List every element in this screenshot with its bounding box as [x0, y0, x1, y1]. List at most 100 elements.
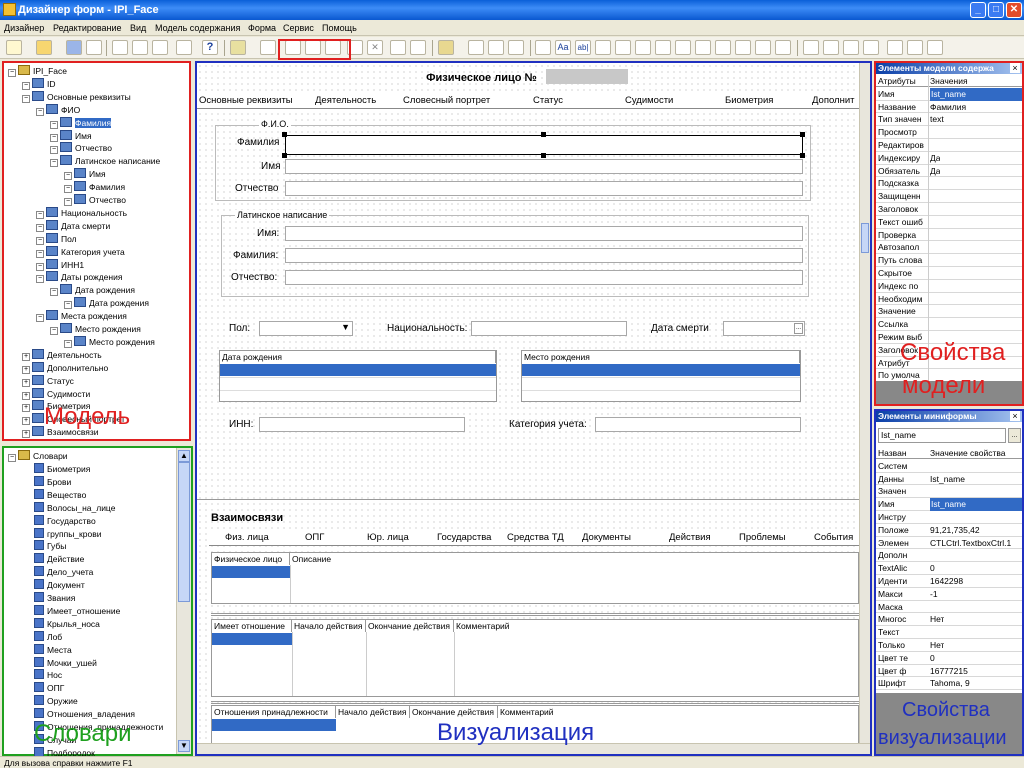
property-row[interactable]: Необходим [876, 293, 1022, 306]
tree-item[interactable]: + Статус [22, 374, 74, 387]
expand-icon[interactable]: − [36, 249, 44, 258]
property-row[interactable]: Шрифт Tahoma, 9 [876, 677, 1022, 691]
expand-icon[interactable]: + [22, 404, 30, 413]
expand-icon[interactable]: − [64, 185, 72, 194]
expand-icon[interactable]: − [50, 146, 58, 155]
table-row[interactable] [220, 364, 496, 376]
birth-place-grid[interactable]: Место рождения [521, 350, 801, 402]
new-icon[interactable] [6, 40, 22, 55]
tree-item[interactable]: − Латинское написание [50, 155, 160, 168]
tree-item[interactable]: − Фамилия [64, 181, 125, 194]
dictionary-item[interactable]: Волосы_на_лице [34, 501, 115, 514]
property-value[interactable]: Ist_name [930, 473, 965, 486]
menu-service[interactable]: Сервис [283, 23, 314, 33]
listview-tool-icon[interactable] [755, 40, 771, 55]
copy-icon[interactable] [132, 40, 148, 55]
tab-tool-icon[interactable] [715, 40, 731, 55]
tree-item[interactable]: − Отчество [50, 142, 112, 155]
expand-icon[interactable]: − [36, 107, 44, 116]
tab-biometry[interactable]: Биометрия [725, 95, 773, 106]
expand-icon[interactable]: − [8, 454, 16, 462]
help-icon[interactable]: ? [202, 40, 218, 55]
tool-icon[interactable] [438, 40, 454, 55]
visual-properties-grid[interactable]: Назван Значение свойства Систем Данны Ist_na… [876, 447, 1022, 691]
date-tool-icon[interactable] [695, 40, 711, 55]
dictionary-item[interactable]: Места [34, 643, 72, 656]
tree-item[interactable]: − Имя [50, 129, 92, 142]
latin-patronymic-field[interactable] [285, 270, 803, 285]
property-value[interactable]: 16777215 [930, 665, 968, 678]
form-scrollbar-v[interactable] [859, 63, 870, 743]
expand-icon[interactable]: + [22, 378, 30, 387]
paste-icon[interactable] [152, 40, 168, 55]
same-size-icon[interactable] [927, 40, 943, 55]
tree-item[interactable]: − ИНН1 [36, 258, 84, 271]
tab-states[interactable]: Государства [437, 532, 491, 543]
tool-icon-3[interactable] [488, 40, 504, 55]
property-row[interactable]: Только Нет [876, 639, 1022, 652]
tree-item[interactable]: − Категория учета [36, 245, 125, 258]
menu-form[interactable]: Форма [248, 23, 276, 33]
button-tool-icon[interactable] [595, 40, 611, 55]
patronymic-field[interactable] [285, 181, 803, 196]
property-value[interactable]: Ist_name [930, 498, 1022, 511]
tree-item[interactable]: + Дополнительно [22, 361, 108, 374]
tab-documents[interactable]: Документы [582, 532, 631, 543]
tab-events[interactable]: События [814, 532, 853, 543]
tree-item[interactable]: − Пол [36, 232, 77, 245]
delete-icon[interactable]: ✕ [367, 40, 383, 55]
property-value[interactable]: 0 [930, 562, 935, 575]
element-selector[interactable]: Ist_name [878, 428, 1006, 443]
table-row[interactable] [212, 566, 290, 578]
tab-vehicles[interactable]: Средства ТД [507, 532, 564, 543]
expand-icon[interactable]: + [22, 417, 30, 426]
property-row[interactable]: Проверка [876, 229, 1022, 242]
dictionary-item[interactable]: Действие [34, 553, 84, 565]
element-selector-button[interactable]: ... [1008, 428, 1021, 443]
tab-opg[interactable]: ОПГ [305, 532, 324, 543]
tree-item[interactable]: − Место рождения [50, 323, 141, 335]
dictionary-scrollbar[interactable]: ▲ ▼ [176, 448, 191, 754]
property-row[interactable]: Текст [876, 626, 1022, 639]
property-row[interactable]: Данны Ist_name [876, 473, 1022, 486]
property-value[interactable]: Нет [930, 639, 944, 652]
expand-icon[interactable]: − [50, 327, 58, 335]
tab-additional[interactable]: Дополнит [812, 95, 855, 106]
property-row[interactable]: TextAlic 0 [876, 562, 1022, 575]
property-row[interactable]: Скрытое [876, 267, 1022, 280]
list-tool-icon[interactable] [735, 40, 751, 55]
surname-field[interactable] [285, 135, 803, 155]
undo-icon[interactable] [86, 40, 102, 55]
align-justify-icon[interactable] [863, 40, 879, 55]
tree-item[interactable]: − ID [22, 77, 56, 90]
dictionary-item[interactable]: Отношения_владения [34, 708, 135, 720]
property-value[interactable]: Ist_name [930, 87, 1022, 101]
expand-icon[interactable]: − [50, 120, 58, 129]
minimize-button[interactable]: _ [970, 2, 986, 18]
tree-item[interactable]: − Места рождения [36, 310, 127, 323]
tree-item[interactable]: − Фамилия [50, 116, 112, 129]
menu-view[interactable]: Вид [130, 23, 146, 33]
open-icon[interactable] [36, 40, 52, 55]
tree-item[interactable]: − Основные реквизиты [22, 90, 131, 103]
property-row[interactable]: Просмотр [876, 126, 1022, 139]
person-number-field[interactable] [545, 69, 628, 84]
tree-item[interactable]: − Дата рождения [64, 297, 149, 310]
expand-icon[interactable]: + [22, 430, 30, 439]
property-value[interactable]: 91,21,735,42 [930, 524, 980, 537]
expand-icon[interactable]: − [50, 159, 58, 168]
gender-select[interactable]: ▼ [259, 321, 353, 336]
expand-icon[interactable]: + [22, 365, 30, 374]
expand-icon[interactable]: − [8, 69, 16, 77]
property-row[interactable]: Защищенн [876, 190, 1022, 203]
dictionary-item[interactable]: Нос [34, 669, 62, 681]
dictionary-item[interactable]: Документ [34, 579, 85, 591]
nationality-field[interactable] [471, 321, 627, 336]
close-button[interactable]: ✕ [1006, 2, 1022, 18]
textbox-tool-icon[interactable]: ab| [575, 40, 591, 55]
tree-item[interactable]: − Место рождения [64, 335, 155, 348]
same-height-icon[interactable] [887, 40, 903, 55]
property-value[interactable]: Да [930, 165, 940, 178]
property-value[interactable]: Да [930, 152, 940, 165]
tab-convictions[interactable]: Судимости [625, 95, 673, 106]
